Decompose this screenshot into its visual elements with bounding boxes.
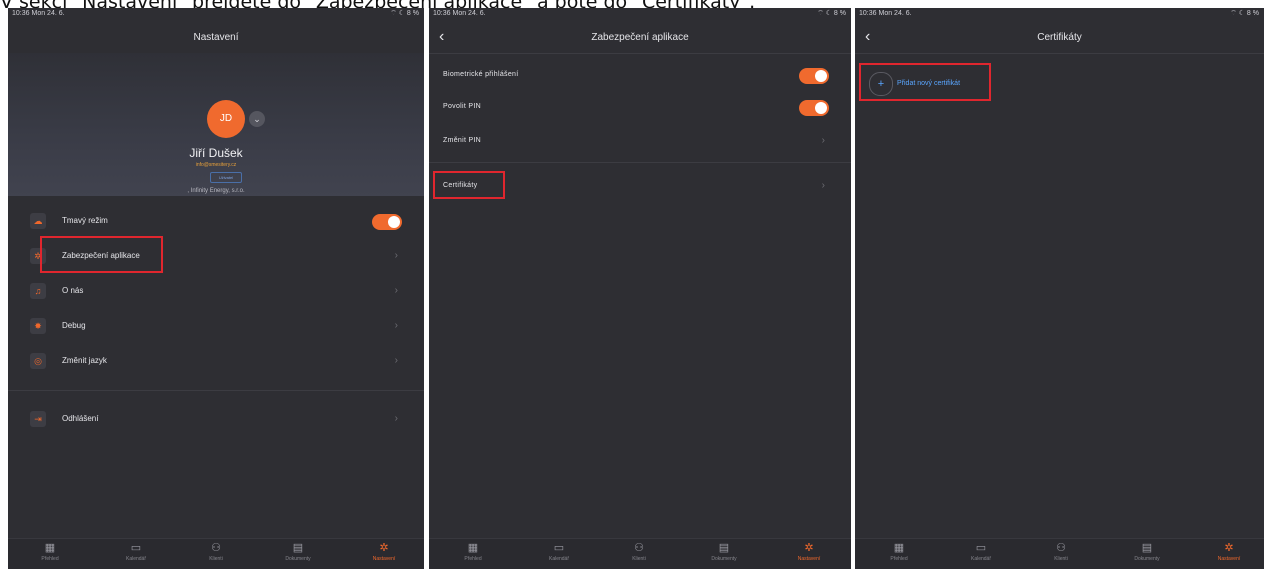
tab-documents[interactable]: ▤ Dokumenty	[268, 542, 328, 563]
tab-calendar[interactable]: ▭ Kalendář	[106, 542, 166, 563]
tab-dashboard[interactable]: ▦ Přehled	[443, 542, 503, 563]
tab-dashboard[interactable]: ▦ Přehled	[20, 542, 80, 563]
calendar-icon: ▭	[130, 542, 142, 554]
security-item-enable-pin[interactable]: Povolit PIN	[429, 90, 851, 124]
certificates-screen: 10:36 Mon 24. 6. ⌔ ☾ 8 % ‹ Certifikáty +…	[855, 8, 1264, 569]
status-date: Mon 24. 6.	[452, 10, 486, 17]
chevron-right-icon: ›	[821, 135, 825, 146]
user-role-badge: Uživatel	[210, 172, 242, 183]
status-indicators: ⌔ ☾ 8 %	[817, 10, 846, 17]
dark-mode-toggle[interactable]	[372, 214, 402, 230]
avatar[interactable]: JD	[207, 100, 245, 138]
tab-settings[interactable]: ✲ Nastavení	[354, 542, 414, 563]
calendar-icon: ▭	[553, 542, 565, 554]
chevron-right-icon: ›	[394, 413, 398, 424]
documents-icon: ▤	[718, 542, 730, 554]
divider	[855, 53, 1264, 54]
app-security-screen: 10:36 Mon 24. 6. ⌔ ☾ 8 % ‹ Zabezpečení a…	[429, 8, 851, 569]
security-item-label: Povolit PIN	[443, 103, 481, 110]
status-bar: 10:36 Mon 24. 6. ⌔ ☾ 8 %	[855, 8, 1264, 20]
settings-screen: 10:36 Mon 24. 6. ⌔ ☾ 8 % Nastavení JD ⌄ …	[8, 8, 424, 569]
cloud-icon: ☁	[30, 213, 46, 229]
user-email: info@smesitery.cz	[195, 162, 237, 168]
toggle-knob	[815, 102, 827, 114]
tab-settings[interactable]: ✲ Nastavení	[779, 542, 839, 563]
settings-item-language[interactable]: ◎ Změnit jazyk ›	[8, 344, 424, 378]
documents-icon: ▤	[292, 542, 304, 554]
calendar-icon: ▭	[975, 542, 987, 554]
page-title: Nastavení	[193, 32, 239, 43]
chevron-right-icon: ›	[394, 250, 398, 261]
chevron-down-icon[interactable]: ⌄	[249, 111, 265, 127]
settings-item-logout[interactable]: ⇥ Odhlášení ›	[8, 402, 424, 436]
status-indicators: ⌔ ☾ 8 %	[390, 10, 419, 17]
divider	[429, 53, 851, 54]
page-title: Zabezpečení aplikace	[591, 32, 689, 43]
dashboard-icon: ▦	[467, 542, 479, 554]
pin-toggle[interactable]	[799, 100, 829, 116]
tab-clients[interactable]: ⚇ Klienti	[186, 542, 246, 563]
biometric-toggle[interactable]	[799, 68, 829, 84]
security-item-label: Biometrické přihlášení	[443, 71, 519, 78]
logout-icon: ⇥	[30, 411, 46, 427]
tab-calendar[interactable]: ▭ Kalendář	[951, 542, 1011, 563]
status-bar: 10:36 Mon 24. 6. ⌔ ☾ 8 %	[429, 8, 851, 20]
dashboard-icon: ▦	[44, 542, 56, 554]
security-item-biometric[interactable]: Biometrické přihlášení	[429, 58, 851, 92]
tab-bar: ▦ Přehled ▭ Kalendář ⚇ Klienti ▤ Dokumenty ✲…	[8, 538, 424, 569]
highlight-box	[859, 63, 991, 101]
highlight-box	[40, 236, 163, 273]
page-title: Certifikáty	[1037, 32, 1082, 43]
security-item-label: Změnit PIN	[443, 137, 482, 144]
globe-icon: ◎	[30, 353, 46, 369]
settings-icon: ✲	[1224, 542, 1234, 554]
settings-item-label: O nás	[62, 286, 84, 295]
tab-bar: ▦ Přehled ▭ Kalendář ⚇ Klienti ▤ Dokumenty ✲…	[429, 538, 851, 569]
status-date: Mon 24. 6.	[31, 10, 65, 17]
clients-icon: ⚇	[634, 542, 644, 554]
settings-item-label: Tmavý režim	[62, 216, 108, 225]
toggle-knob	[388, 216, 400, 228]
highlight-box	[433, 171, 505, 199]
settings-item-label: Odhlášení	[62, 414, 99, 423]
tab-documents[interactable]: ▤ Dokumenty	[694, 542, 754, 563]
settings-item-label: Změnit jazyk	[62, 356, 107, 365]
chevron-right-icon: ›	[394, 355, 398, 366]
clients-icon: ⚇	[211, 542, 221, 554]
status-time: 10:36	[12, 10, 30, 17]
chevron-right-icon: ›	[821, 180, 825, 191]
divider	[8, 390, 424, 391]
user-company: , Infinity Energy, s.r.o.	[187, 188, 245, 194]
settings-icon: ✲	[804, 542, 814, 554]
chevron-right-icon: ›	[394, 320, 398, 331]
dashboard-icon: ▦	[893, 542, 905, 554]
tab-calendar[interactable]: ▭ Kalendář	[529, 542, 589, 563]
headphones-icon: ♫	[30, 283, 46, 299]
status-time: 10:36	[859, 10, 877, 17]
tab-bar: ▦ Přehled ▭ Kalendář ⚇ Klienti ▤ Dokumenty ✲…	[855, 538, 1264, 569]
settings-icon: ✲	[379, 542, 389, 554]
divider	[429, 162, 851, 163]
tab-settings[interactable]: ✲ Nastavení	[1199, 542, 1259, 563]
tab-documents[interactable]: ▤ Dokumenty	[1117, 542, 1177, 563]
tab-dashboard[interactable]: ▦ Přehled	[869, 542, 929, 563]
documents-icon: ▤	[1141, 542, 1153, 554]
settings-item-about[interactable]: ♫ O nás ›	[8, 274, 424, 308]
settings-item-label: Debug	[62, 321, 86, 330]
chevron-right-icon: ›	[394, 285, 398, 296]
security-item-change-pin[interactable]: Změnit PIN ›	[429, 124, 851, 158]
settings-item-debug[interactable]: ✸ Debug ›	[8, 309, 424, 343]
status-bar: 10:36 Mon 24. 6. ⌔ ☾ 8 %	[8, 8, 424, 20]
user-name: Jiří Dušek	[189, 146, 243, 160]
toggle-knob	[815, 70, 827, 82]
status-time: 10:36	[433, 10, 451, 17]
bug-icon: ✸	[30, 318, 46, 334]
clients-icon: ⚇	[1056, 542, 1066, 554]
status-date: Mon 24. 6.	[878, 10, 912, 17]
tab-clients[interactable]: ⚇ Klienti	[609, 542, 669, 563]
status-indicators: ⌔ ☾ 8 %	[1230, 10, 1259, 17]
settings-item-dark-mode[interactable]: ☁ Tmavý režim	[8, 204, 424, 238]
tab-clients[interactable]: ⚇ Klienti	[1031, 542, 1091, 563]
